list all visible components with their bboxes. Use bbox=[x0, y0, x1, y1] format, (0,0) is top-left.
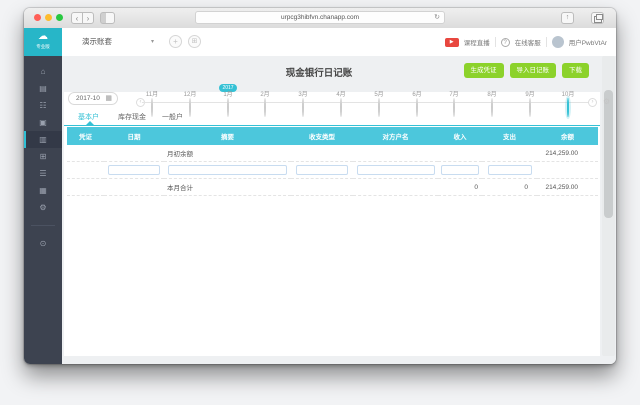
generate-voucher-button[interactable]: 生成凭证 bbox=[464, 63, 504, 78]
entry-date-input[interactable] bbox=[108, 165, 160, 175]
col-voucher: 凭证 bbox=[67, 127, 104, 145]
page-actions: 生成凭证 导入日记账 下载 bbox=[464, 63, 590, 78]
help-icon[interactable]: ? bbox=[501, 38, 510, 47]
app-logo: ☁ 专业版 bbox=[24, 28, 62, 56]
col-balance: 余额 bbox=[537, 127, 598, 145]
period-date-picker[interactable]: 2017-10 ▦ bbox=[68, 92, 118, 105]
cloud-logo-icon: ☁ bbox=[24, 29, 62, 44]
download-button[interactable]: 下载 bbox=[562, 63, 589, 78]
sidebar-item-cash-bank[interactable]: ▥ bbox=[24, 131, 62, 148]
logo-edition-label: 专业版 bbox=[24, 44, 62, 50]
invoice-icon: ⊞ bbox=[40, 152, 47, 161]
live-course-link[interactable]: 课程直播 bbox=[464, 37, 490, 47]
col-income: 收入 bbox=[438, 127, 482, 145]
journal-panel: 2017-10 ▦ ‹ 2017 11月 12月 1月 2月 3月 4月 5月 … bbox=[64, 92, 600, 356]
import-journal-button[interactable]: 导入日记账 bbox=[510, 63, 557, 78]
timeline-settings-gear-icon[interactable]: ⚙ bbox=[603, 97, 610, 106]
entry-expense-input[interactable] bbox=[488, 165, 532, 175]
account-set-selector[interactable]: 演示账套 bbox=[82, 28, 112, 56]
opening-balance-label: 月初余额 bbox=[164, 145, 291, 162]
live-course-icon[interactable]: ▶ bbox=[445, 38, 459, 47]
sidebar-item-inventory[interactable]: ▦ bbox=[24, 182, 62, 199]
sidebar-item-salary[interactable]: ☰ bbox=[24, 165, 62, 182]
sidebar-item-checkout[interactable]: ⊙ bbox=[24, 235, 62, 252]
monthly-total-income: 0 bbox=[438, 179, 482, 196]
month-timeline: 2017-10 ▦ ‹ 2017 11月 12月 1月 2月 3月 4月 5月 … bbox=[64, 92, 600, 110]
browser-chrome: ‹ › urpcg3hibfvn.chanapp.com ↻ ↑ bbox=[24, 8, 616, 29]
divider bbox=[495, 37, 496, 47]
close-button[interactable] bbox=[34, 14, 41, 21]
apps-grid-button[interactable]: ⊞ bbox=[188, 35, 201, 48]
forward-button[interactable]: › bbox=[82, 12, 94, 24]
journal-table: 凭证 日期 摘要 收支类型 对方户名 收入 支出 余额 月初余额 bbox=[67, 127, 598, 196]
entry-type-input[interactable] bbox=[296, 165, 348, 175]
col-counterparty: 对方户名 bbox=[353, 127, 438, 145]
calendar-icon: ▦ bbox=[105, 93, 112, 105]
account-tabs: 基本户 库存现金 一般户 bbox=[64, 112, 600, 125]
desktop-icon: ⌂ bbox=[41, 67, 46, 76]
col-expense: 支出 bbox=[482, 127, 537, 145]
refresh-icon[interactable]: ↻ bbox=[434, 12, 440, 23]
period-value: 2017-10 bbox=[76, 95, 100, 102]
cash-bank-icon: ▥ bbox=[39, 135, 47, 144]
ledger-icon: ▣ bbox=[39, 118, 47, 127]
url-text: urpcg3hibfvn.chanapp.com bbox=[281, 14, 359, 21]
scrollbar-thumb[interactable] bbox=[604, 90, 613, 218]
sidebar-item-voucher[interactable]: ▤ bbox=[24, 80, 62, 97]
sidebar-divider bbox=[31, 225, 55, 226]
share-icon[interactable]: ↑ bbox=[561, 12, 574, 24]
monthly-total-expense: 0 bbox=[482, 179, 537, 196]
app-header: ☁ 专业版 演示账套 ▾ + ⊞ ▶ 课程直播 ? 在线客服 用户PwbVtAr bbox=[24, 28, 616, 57]
sidebar-item-desktop[interactable]: ⌂ bbox=[24, 63, 62, 80]
zoom-button[interactable] bbox=[56, 14, 63, 21]
online-support-link[interactable]: 在线客服 bbox=[515, 37, 541, 47]
entry-summary-input[interactable] bbox=[168, 165, 287, 175]
entry-counterparty-input[interactable] bbox=[357, 165, 435, 175]
timeline-next-icon[interactable]: › bbox=[588, 98, 597, 107]
inventory-icon: ▦ bbox=[39, 186, 47, 195]
monthly-total-balance: 214,259.00 bbox=[537, 179, 598, 196]
monthly-total-label: 本月合计 bbox=[164, 179, 291, 196]
chevron-down-icon[interactable]: ▾ bbox=[151, 28, 154, 56]
tab-cash-on-hand[interactable]: 库存现金 bbox=[118, 112, 146, 122]
sidebar-item-invoice[interactable]: ⊞ bbox=[24, 148, 62, 165]
browser-window: ‹ › urpcg3hibfvn.chanapp.com ↻ ↑ ☁ 专业版 演… bbox=[24, 8, 616, 364]
avatar[interactable] bbox=[552, 36, 564, 48]
tab-general-account[interactable]: 一般户 bbox=[162, 112, 183, 122]
tab-underline bbox=[64, 125, 600, 126]
voucher-icon: ▤ bbox=[39, 84, 47, 93]
monthly-total-row: 本月合计 0 0 214,259.00 bbox=[67, 179, 598, 196]
user-name-label[interactable]: 用户PwbVtAr bbox=[569, 37, 607, 47]
new-entry-row bbox=[67, 162, 598, 179]
entry-income-input[interactable] bbox=[441, 165, 479, 175]
divider bbox=[546, 37, 547, 47]
minimize-button[interactable] bbox=[45, 14, 52, 21]
sidebar-item-reports[interactable]: ☷ bbox=[24, 97, 62, 114]
add-account-button[interactable]: + bbox=[169, 35, 182, 48]
reports-icon: ☷ bbox=[39, 101, 46, 110]
nav-sidebar: ⌂ ▤ ☷ ▣ ▥ ⊞ ☰ ▦ ⚙ ⊙ bbox=[24, 56, 62, 364]
sidebar-item-ledger[interactable]: ▣ bbox=[24, 114, 62, 131]
tabs-overview-icon[interactable] bbox=[591, 12, 604, 24]
opening-balance-value: 214,259.00 bbox=[537, 145, 598, 162]
col-summary: 摘要 bbox=[164, 127, 291, 145]
sidebar-toggle-icon[interactable] bbox=[100, 12, 115, 24]
address-bar[interactable]: urpcg3hibfvn.chanapp.com ↻ bbox=[195, 11, 445, 24]
col-type: 收支类型 bbox=[291, 127, 353, 145]
checkout-icon: ⊙ bbox=[40, 239, 47, 248]
main-content: 现金银行日记账 生成凭证 导入日记账 下载 2017-10 ▦ ‹ 2017 1… bbox=[62, 56, 616, 364]
opening-balance-row: 月初余额 214,259.00 bbox=[67, 145, 598, 162]
col-date: 日期 bbox=[104, 127, 164, 145]
salary-icon: ☰ bbox=[39, 169, 46, 178]
sidebar-item-settings[interactable]: ⚙ bbox=[24, 199, 62, 216]
settings-icon: ⚙ bbox=[39, 203, 46, 212]
table-header-row: 凭证 日期 摘要 收支类型 对方户名 收入 支出 余额 bbox=[67, 127, 598, 145]
